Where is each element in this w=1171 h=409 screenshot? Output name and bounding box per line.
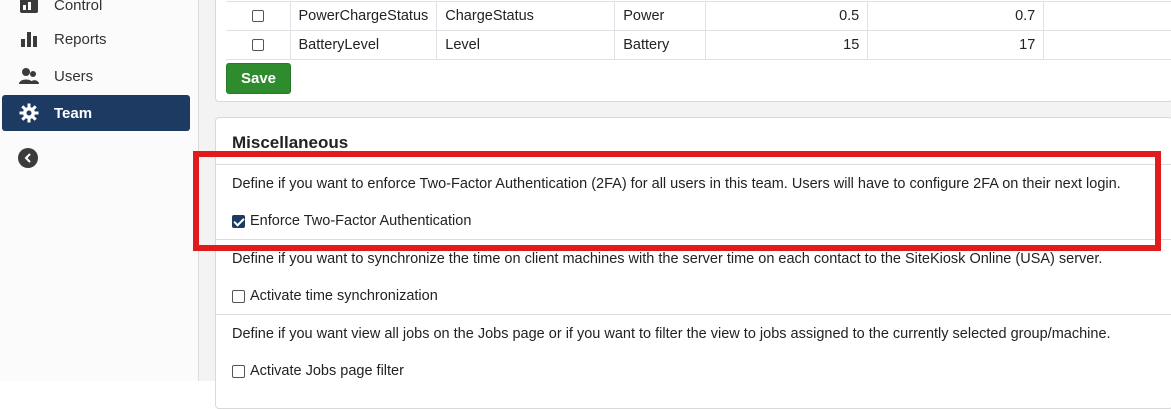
table-cell: ChargeStatus: [436, 1, 616, 31]
chevron-left-icon: [23, 153, 33, 163]
table-cell: PowerChargeStatus: [289, 1, 438, 31]
sidebar: Control Reports Users Team: [0, 0, 199, 381]
variables-table: PowerChargeStatus ChargeStatus Power 0.5…: [226, 1, 1171, 60]
highlight-box: [193, 151, 1161, 251]
row-checkbox[interactable]: [251, 10, 264, 23]
jobs-filter-toggle[interactable]: Activate Jobs page filter: [232, 363, 404, 379]
divider: [216, 314, 1171, 315]
jobs-filter-description: Define if you want view all jobs on the …: [232, 326, 1111, 342]
sidebar-item-reports[interactable]: Reports: [2, 21, 190, 57]
dashboard-icon: [18, 0, 40, 15]
sidebar-item-label: Control: [54, 0, 103, 14]
time-sync-description: Define if you want to synchronize the ti…: [232, 251, 1103, 267]
table-cell: 0.7: [867, 1, 1045, 31]
sidebar-item-label: Team: [54, 104, 93, 122]
table-cell: 15: [705, 30, 869, 60]
sidebar-item-label: Users: [54, 67, 94, 85]
collapse-sidebar-button[interactable]: [18, 148, 38, 168]
table-cell: Power: [614, 1, 707, 31]
save-button[interactable]: Save: [226, 63, 291, 94]
bar-chart-icon: [18, 29, 40, 49]
table-row: PowerChargeStatus ChargeStatus Power 0.5…: [226, 1, 1171, 31]
gear-icon: [18, 103, 40, 123]
table-cell: BatteryLevel: [289, 30, 438, 60]
time-sync-checkbox[interactable]: [232, 289, 245, 303]
jobs-filter-checkbox[interactable]: [232, 364, 245, 378]
checkbox-label: Activate Jobs page filter: [250, 363, 404, 379]
variables-card: PowerChargeStatus ChargeStatus Power 0.5…: [215, 0, 1171, 102]
table-cell: Battery: [614, 30, 707, 60]
row-checkbox[interactable]: [251, 39, 264, 52]
sidebar-item-team[interactable]: Team: [2, 95, 190, 131]
table-cell: 17: [867, 30, 1045, 60]
table-cell: 0.5: [705, 1, 869, 31]
sidebar-item-control[interactable]: Control: [2, 0, 190, 23]
sidebar-item-label: Reports: [54, 30, 107, 48]
users-icon: [18, 66, 40, 86]
checkbox-label: Activate time synchronization: [250, 288, 438, 304]
time-sync-toggle[interactable]: Activate time synchronization: [232, 288, 438, 304]
table-row: BatteryLevel Level Battery 15 17: [226, 30, 1171, 60]
sidebar-item-users[interactable]: Users: [2, 58, 190, 94]
section-title: Miscellaneous: [232, 133, 349, 152]
table-cell: Level: [436, 30, 616, 60]
